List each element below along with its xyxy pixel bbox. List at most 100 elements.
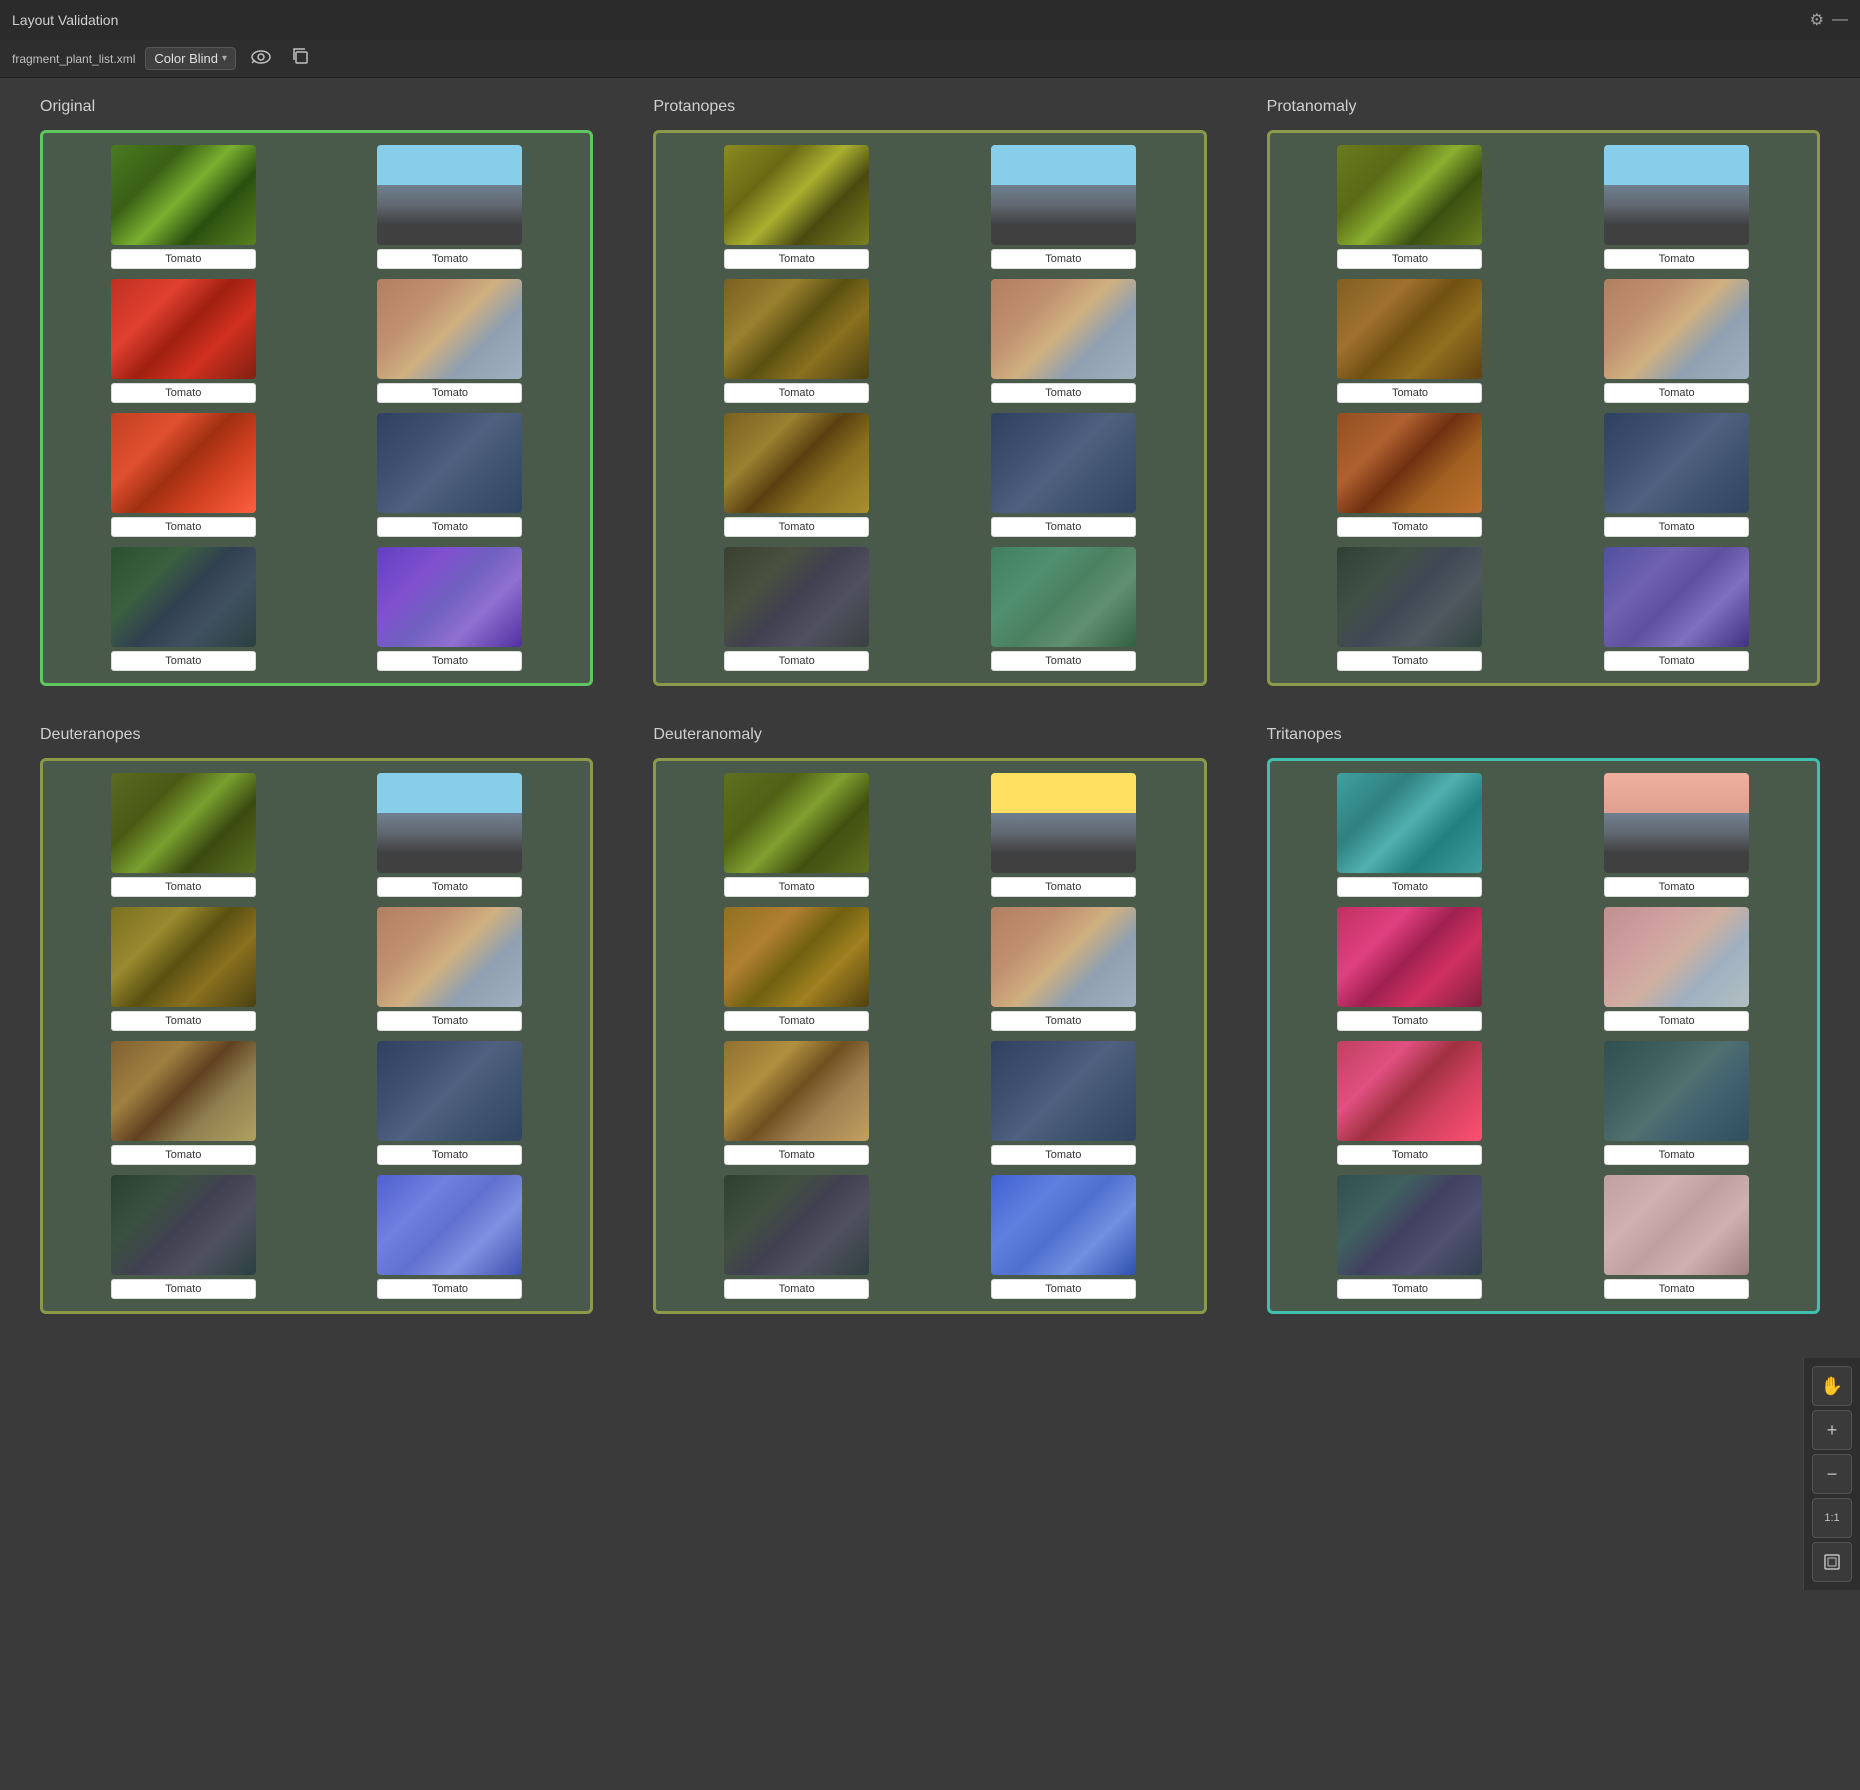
image-label: Tomato: [377, 517, 522, 537]
image-cell: Tomato: [322, 145, 579, 269]
image-cell: Tomato: [935, 1175, 1192, 1299]
image-cell: Tomato: [1548, 413, 1805, 537]
image-grid-original: TomatoTomatoTomatoTomatoTomatoTomatoToma…: [55, 145, 578, 671]
panel-section-protanopes: ProtanopesTomatoTomatoTomatoTomatoTomato…: [653, 98, 1206, 686]
image-label: Tomato: [377, 1011, 522, 1031]
image-thumb: [377, 145, 522, 245]
settings-icon[interactable]: ⚙: [1810, 10, 1824, 30]
image-label: Tomato: [724, 651, 869, 671]
image-grid-deuteranopes: Tomato Tomato Tomato Tomato Tomato Tomato Toma…: [55, 773, 578, 1299]
image-grid-deuteranomaly: TomatoTomatoTomatoTomatoTomatoTomatoToma…: [668, 773, 1191, 1299]
image-cell: Tomato: [55, 907, 312, 1031]
image-cell: Tomato: [55, 279, 312, 403]
image-cell: Tomato: [1282, 773, 1539, 897]
image-label: Tomato: [377, 1279, 522, 1299]
image-thumb: [1337, 907, 1482, 1007]
image-cell: Tomato: [1282, 413, 1539, 537]
image-grid-tritanopes: TomatoTomatoTomatoTomatoTomatoTomatoToma…: [1282, 773, 1805, 1299]
minimize-icon[interactable]: —: [1832, 11, 1848, 29]
image-thumb: [111, 145, 256, 245]
image-cell: Tomato: [935, 1041, 1192, 1165]
panel-section-protanomaly: ProtanomalyTomatoTomatoTomatoTomatoTomat…: [1267, 98, 1820, 686]
panel-container-deuteranomaly: TomatoTomatoTomatoTomatoTomatoTomatoToma…: [653, 758, 1206, 1314]
image-label: Tomato: [991, 651, 1136, 671]
image-thumb: [111, 1041, 256, 1141]
image-label: Tomato: [991, 383, 1136, 403]
image-cell: Tomato: [322, 907, 579, 1031]
image-label: Tomato: [1604, 651, 1749, 671]
image-thumb: [1604, 1175, 1749, 1275]
color-blind-dropdown[interactable]: Color Blind ▾: [145, 47, 236, 70]
panel-section-tritanopes: TritanopesTomatoTomatoTomatoTomatoTomato…: [1267, 726, 1820, 1314]
image-thumb: [724, 413, 869, 513]
app-title: Layout Validation: [12, 12, 118, 28]
image-thumb: [724, 145, 869, 245]
image-cell: Tomato: [935, 279, 1192, 403]
panel-container-protanomaly: TomatoTomatoTomatoTomatoTomatoTomatoToma…: [1267, 130, 1820, 686]
image-thumb: [991, 1175, 1136, 1275]
image-cell: Tomato: [1548, 1175, 1805, 1299]
image-cell: Tomato: [1548, 547, 1805, 671]
copy-button[interactable]: [286, 45, 314, 72]
image-thumb: [724, 279, 869, 379]
image-label: Tomato: [991, 1279, 1136, 1299]
image-thumb: [377, 547, 522, 647]
image-label: Tomato: [991, 249, 1136, 269]
image-label: Tomato: [111, 651, 256, 671]
title-bar: Layout Validation ⚙ —: [0, 0, 1860, 40]
panel-container-protanopes: TomatoTomatoTomatoTomatoTomatoTomatoToma…: [653, 130, 1206, 686]
image-label: Tomato: [1604, 249, 1749, 269]
image-thumb: [1337, 1175, 1482, 1275]
image-cell: Tomato: [668, 907, 925, 1031]
image-thumb: [991, 279, 1136, 379]
image-cell: Tomato: [1282, 1175, 1539, 1299]
eye-button[interactable]: [246, 46, 276, 71]
image-label: Tomato: [724, 1011, 869, 1031]
image-label: Tomato: [377, 651, 522, 671]
image-thumb: [1337, 145, 1482, 245]
image-label: Tomato: [724, 1279, 869, 1299]
image-label: Tomato: [1604, 1011, 1749, 1031]
image-thumb: [1604, 145, 1749, 245]
image-cell: Tomato: [1282, 1041, 1539, 1165]
image-cell: Tomato: [322, 1041, 579, 1165]
title-bar-left: Layout Validation: [12, 12, 118, 28]
image-thumb: [111, 279, 256, 379]
panel-title-tritanopes: Tritanopes: [1267, 726, 1820, 744]
panel-container-original: TomatoTomatoTomatoTomatoTomatoTomatoToma…: [40, 130, 593, 686]
hand-tool-button[interactable]: ✋: [1812, 1366, 1852, 1406]
color-blind-label: Color Blind: [154, 51, 218, 66]
image-thumb: [111, 547, 256, 647]
image-label: Tomato: [1337, 517, 1482, 537]
zoom-in-button[interactable]: +: [1812, 1410, 1852, 1450]
image-label: Tomato: [111, 877, 256, 897]
image-cell: Tomato: [668, 1041, 925, 1165]
image-thumb: [724, 773, 869, 873]
image-thumb: [377, 413, 522, 513]
image-label: Tomato: [724, 249, 869, 269]
image-label: Tomato: [377, 383, 522, 403]
image-cell: Tomato: [55, 547, 312, 671]
zoom-out-button[interactable]: −: [1812, 1454, 1852, 1494]
image-cell: Tomato: [1282, 547, 1539, 671]
panel-title-protanomaly: Protanomaly: [1267, 98, 1820, 116]
image-label: Tomato: [111, 1011, 256, 1031]
image-label: Tomato: [111, 1145, 256, 1165]
image-thumb: [724, 907, 869, 1007]
image-thumb: [111, 773, 256, 873]
image-label: Tomato: [724, 383, 869, 403]
image-label: Tomato: [111, 249, 256, 269]
panel-container-tritanopes: TomatoTomatoTomatoTomatoTomatoTomatoToma…: [1267, 758, 1820, 1314]
chevron-down-icon: ▾: [222, 53, 227, 64]
image-cell: Tomato: [935, 773, 1192, 897]
image-thumb: [111, 413, 256, 513]
fit-button[interactable]: [1812, 1542, 1852, 1582]
image-label: Tomato: [1337, 249, 1482, 269]
image-label: Tomato: [111, 1279, 256, 1299]
title-bar-icons: ⚙ —: [1810, 10, 1848, 30]
image-cell: Tomato: [322, 773, 579, 897]
image-thumb: [377, 1175, 522, 1275]
reset-zoom-button[interactable]: 1:1: [1812, 1498, 1852, 1538]
image-thumb: [1337, 413, 1482, 513]
image-thumb: [1604, 1041, 1749, 1141]
